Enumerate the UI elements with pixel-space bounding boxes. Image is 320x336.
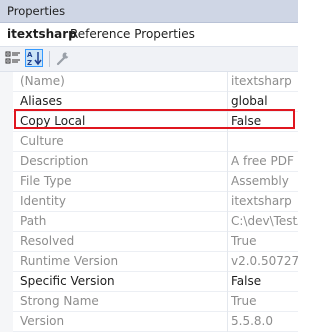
property-row[interactable]: Path C:\dev\TestA (0, 212, 298, 232)
row-gutter (0, 112, 13, 132)
column-divider (227, 72, 228, 92)
window-title: Properties (7, 4, 66, 18)
property-name: Version (20, 314, 65, 328)
property-value[interactable]: False (231, 112, 298, 131)
property-value: itextsharp (231, 74, 292, 88)
row-gutter (0, 72, 13, 92)
object-type: Reference Properties (70, 27, 195, 41)
categorized-icon (5, 50, 21, 66)
property-value: Assembly (231, 174, 289, 188)
column-divider (227, 252, 228, 272)
property-value: True (231, 294, 257, 308)
property-row[interactable]: Runtime Version v2.0.50727 (0, 252, 298, 272)
row-gutter (0, 232, 13, 252)
row-gutter (0, 212, 13, 232)
row-gutter (0, 252, 13, 272)
property-row[interactable]: Culture (0, 132, 298, 152)
properties-window: Properties itextsharp Reference Properti… (0, 0, 298, 336)
toolbar-separator (49, 51, 50, 67)
property-row[interactable]: Specific Version False (0, 272, 298, 292)
property-pages-button[interactable] (55, 50, 71, 66)
property-row[interactable]: Identity itextsharp (0, 192, 298, 212)
column-divider (227, 272, 228, 292)
object-selector[interactable]: itextsharp Reference Properties (0, 23, 298, 45)
property-row[interactable]: Copy Local False (0, 112, 298, 132)
property-name: Aliases (20, 94, 63, 108)
property-row[interactable]: Description A free PDF lib (0, 152, 298, 172)
property-name: Strong Name (20, 294, 99, 308)
categorized-button[interactable] (5, 50, 21, 66)
column-divider (227, 212, 228, 232)
svg-text:A: A (27, 51, 33, 59)
property-value: C:\dev\TestA (231, 214, 298, 228)
property-row[interactable]: Resolved True (0, 232, 298, 252)
title-bar[interactable]: Properties (0, 0, 298, 23)
column-divider (227, 112, 228, 132)
property-row[interactable]: (Name) itextsharp (0, 72, 298, 92)
column-divider (227, 172, 228, 192)
property-value: itextsharp (231, 194, 292, 208)
column-divider (227, 132, 228, 152)
wrench-icon (55, 50, 71, 66)
property-name: File Type (20, 174, 72, 188)
row-gutter (0, 132, 13, 152)
row-gutter (0, 192, 13, 212)
property-row[interactable]: Strong Name True (0, 292, 298, 312)
properties-toolbar: A Z (0, 46, 298, 72)
column-divider (227, 292, 228, 312)
property-name: Resolved (20, 234, 75, 248)
column-divider (227, 232, 228, 252)
property-name: Specific Version (20, 274, 115, 288)
row-gutter (0, 172, 13, 192)
property-value: True (231, 234, 257, 248)
row-gutter (0, 272, 13, 292)
column-divider (227, 192, 228, 212)
svg-text:Z: Z (27, 59, 32, 66)
row-gutter (0, 292, 13, 312)
property-value[interactable]: False (231, 272, 298, 291)
property-name: Copy Local (20, 114, 86, 128)
column-divider (227, 312, 228, 332)
property-value: v2.0.50727 (231, 254, 298, 268)
property-name: Path (20, 214, 47, 228)
row-gutter (0, 92, 13, 112)
property-row[interactable]: Aliases global (0, 92, 298, 112)
property-row[interactable]: File Type Assembly (0, 172, 298, 192)
column-divider (227, 92, 228, 112)
property-value: 5.5.8.0 (231, 314, 273, 328)
property-name: Identity (20, 194, 66, 208)
alphabetical-button[interactable]: A Z (25, 49, 43, 67)
property-name: Runtime Version (20, 254, 119, 268)
column-divider (227, 152, 228, 172)
property-name: (Name) (20, 74, 65, 88)
property-name: Description (20, 154, 89, 168)
object-name: itextsharp (7, 27, 77, 41)
property-row[interactable]: Version 5.5.8.0 (0, 312, 298, 332)
row-gutter (0, 312, 13, 332)
property-name: Culture (20, 134, 64, 148)
property-value: A free PDF lib (231, 154, 298, 168)
property-value[interactable]: global (231, 92, 298, 111)
alphabetical-icon: A Z (26, 50, 42, 66)
row-gutter (0, 152, 13, 172)
property-grid: (Name) itextsharp Aliases global Copy Local F… (0, 72, 298, 332)
